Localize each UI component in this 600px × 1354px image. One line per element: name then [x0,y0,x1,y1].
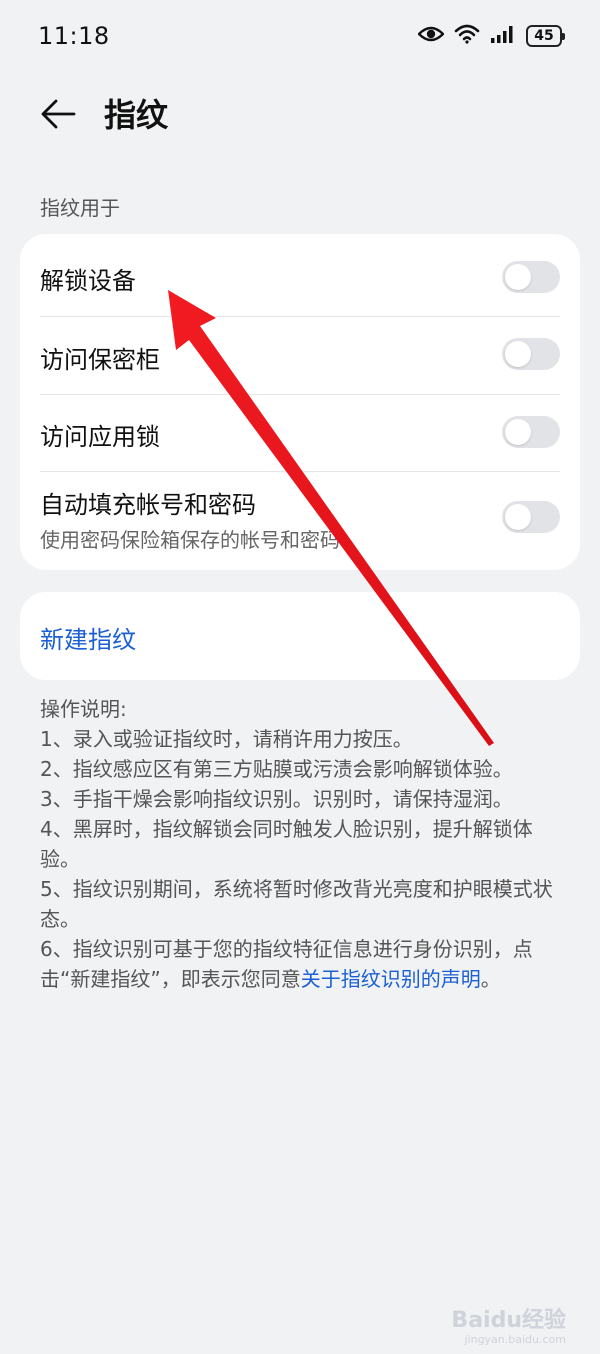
section-label: 指纹用于 [40,196,120,220]
setting-label: 访问应用锁 [40,423,160,451]
app-header: 指纹 [0,76,600,152]
instruction-item: 5、指纹识别期间，系统将暂时修改背光亮度和护眼模式状态。 [40,877,553,931]
toggle-knob [505,341,531,367]
consent-suffix: 。 [480,967,501,991]
battery-level: 45 [534,28,554,44]
status-icons: 45 [417,24,565,48]
status-bar: 11:18 45 [0,0,600,76]
instruction-item: 1、录入或验证指纹时，请稍许用力按压。 [40,727,413,751]
eye-icon [417,25,445,47]
toggle-knob [505,419,531,445]
back-button[interactable] [38,94,78,134]
setting-autofill-password[interactable]: 自动填充帐号和密码 使用密码保险箱保存的帐号和密码 [40,471,560,570]
setting-access-safe[interactable]: 访问保密柜 [40,316,560,394]
setting-unlock-device[interactable]: 解锁设备 [40,234,560,316]
access-safe-toggle[interactable] [502,338,560,370]
instruction-item: 2、指纹感应区有第三方贴膜或污渍会影响解锁体验。 [40,757,513,781]
fingerprint-statement-link[interactable]: 关于指纹识别的声明 [301,967,481,991]
back-arrow-icon [41,99,76,129]
toggle-knob [505,264,531,290]
toggle-knob [505,504,531,530]
fingerprint-usage-card: 解锁设备 访问保密柜 访问应用锁 自动填充帐号和密码 使用密码保险箱保存的帐号和… [20,234,580,570]
status-time: 11:18 [38,22,110,50]
setting-label: 解锁设备 [40,267,136,295]
battery-icon: 45 [526,25,565,47]
instruction-item: 4、黑屏时，指纹解锁会同时触发人脸识别，提升解锁体验。 [40,817,533,871]
setting-label: 自动填充帐号和密码 [40,491,256,519]
instructions-title: 操作说明: [40,697,127,721]
autofill-password-toggle[interactable] [502,501,560,533]
setting-sublabel: 使用密码保险箱保存的帐号和密码 [40,528,340,552]
new-fingerprint-button[interactable]: 新建指纹 [40,620,136,655]
new-fingerprint-card[interactable]: 新建指纹 [20,592,580,680]
setting-access-app-lock[interactable]: 访问应用锁 [40,394,560,472]
wifi-icon [454,24,480,48]
instruction-item-consent: 6、指纹识别可基于您的指纹特征信息进行身份识别，点击“新建指纹”，即表示您同意关… [40,934,560,994]
baidu-watermark-url: jingyan.baidu.com [464,1333,566,1346]
instruction-item: 3、手指干燥会影响指纹识别。识别时，请保持湿润。 [40,787,513,811]
page-title: 指纹 [104,96,169,134]
access-app-lock-toggle[interactable] [502,416,560,448]
unlock-device-toggle[interactable] [502,261,560,293]
setting-label: 访问保密柜 [40,346,160,374]
baidu-watermark: Baidu经验 [451,1308,566,1333]
instructions: 操作说明: 1、录入或验证指纹时，请稍许用力按压。 2、指纹感应区有第三方贴膜或… [40,694,560,994]
signal-icon [490,24,516,48]
